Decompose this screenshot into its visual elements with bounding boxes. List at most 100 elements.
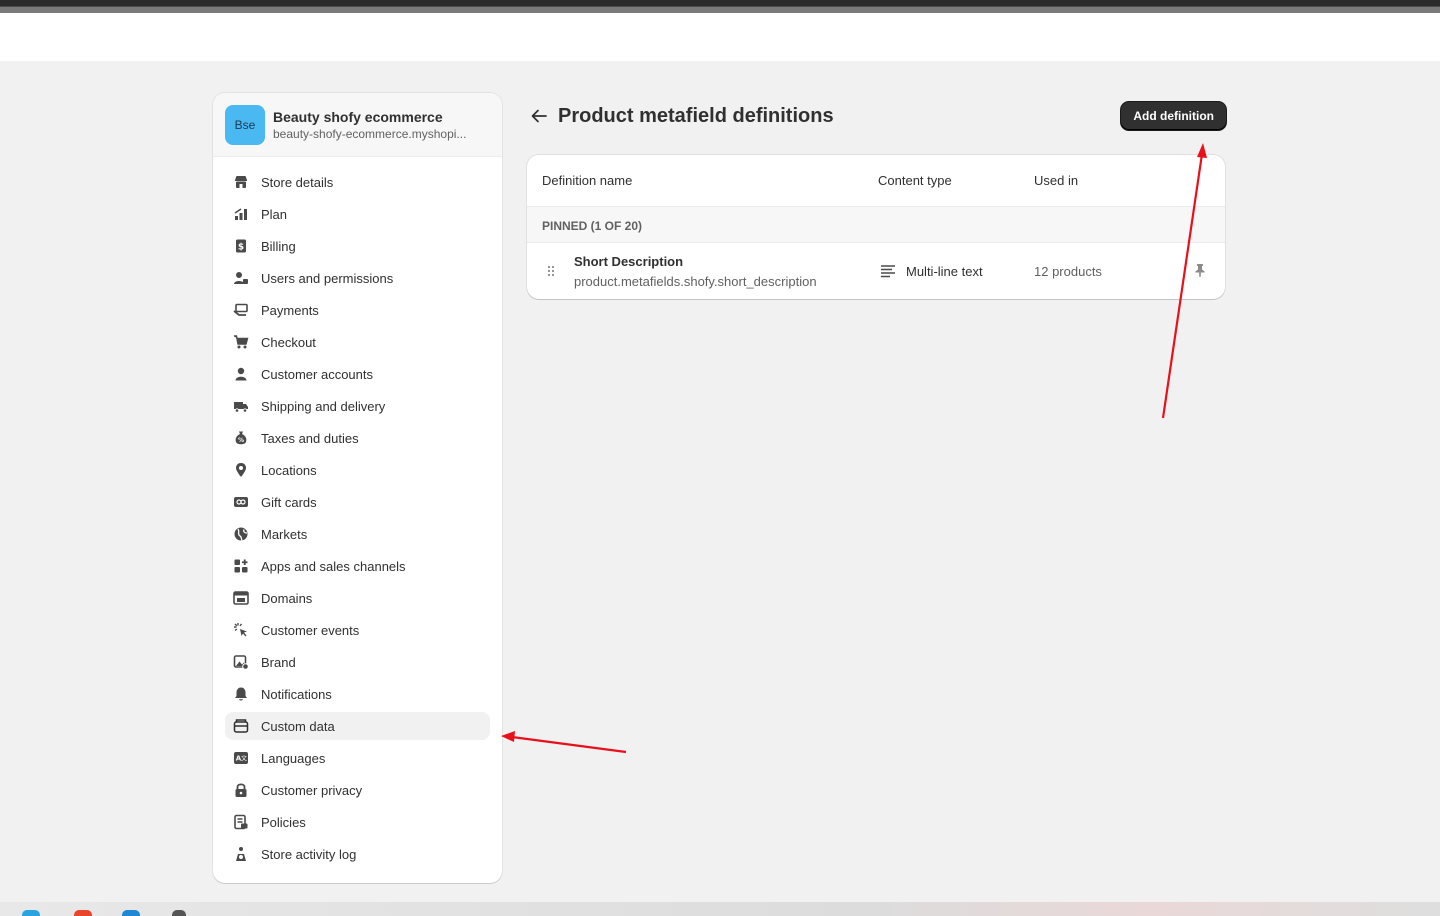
store-avatar: Bse: [225, 104, 265, 145]
users-icon: [233, 270, 249, 286]
pin-icon[interactable]: [1194, 263, 1206, 280]
taskbar-app-icon[interactable]: [74, 910, 92, 916]
sidebar-item-label: Brand: [261, 654, 296, 670]
cart-icon: [233, 334, 249, 350]
sidebar-item-label: Users and permissions: [261, 270, 394, 286]
table-header: Definition name Content type Used in: [527, 155, 1225, 207]
store-meta: Beauty shofy ecommerce beauty-shofy-ecom…: [273, 108, 466, 142]
svg-text:$: $: [238, 243, 244, 253]
page-title: Product metafield definitions: [558, 105, 834, 127]
taskbar-app-icon[interactable]: [172, 910, 186, 916]
used-in-count[interactable]: 12 products: [1034, 264, 1102, 279]
back-button[interactable]: [527, 106, 551, 126]
sidebar-item-plan[interactable]: Plan: [225, 200, 490, 228]
sidebar-item-users[interactable]: Users and permissions: [225, 264, 490, 292]
sidebar-item-label: Apps and sales channels: [261, 558, 406, 574]
truck-icon: [233, 398, 249, 414]
sidebar-item-taxes[interactable]: % Taxes and duties: [225, 424, 490, 452]
person-icon: [233, 366, 249, 382]
sidebar-item-label: Billing: [261, 238, 296, 254]
plan-icon: [233, 206, 249, 222]
browser-top-strip: [0, 0, 1440, 13]
sidebar-item-label: Custom data: [261, 718, 335, 734]
custom-data-icon: [233, 718, 249, 734]
sidebar-item-locations[interactable]: Locations: [225, 456, 490, 484]
svg-text:%: %: [238, 437, 244, 444]
content-type-label: Multi-line text: [906, 264, 983, 279]
pinned-section-header: PINNED (1 OF 20): [527, 207, 1225, 243]
sidebar-item-label: Gift cards: [261, 494, 317, 510]
taskbar-app-icon[interactable]: [122, 910, 140, 916]
bell-icon: [233, 686, 249, 702]
sidebar-item-customer-privacy[interactable]: Customer privacy: [225, 776, 490, 804]
sidebar-item-payments[interactable]: Payments: [225, 296, 490, 324]
column-header-used-in[interactable]: Used in: [1034, 173, 1078, 188]
sidebar-item-apps[interactable]: Apps and sales channels: [225, 552, 490, 580]
add-definition-button[interactable]: Add definition: [1121, 102, 1226, 130]
location-icon: [233, 462, 249, 478]
sidebar-item-label: Customer accounts: [261, 366, 373, 382]
sidebar-item-label: Locations: [261, 462, 317, 478]
lock-icon: [233, 782, 249, 798]
taskbar-app-icon[interactable]: [22, 910, 40, 916]
sidebar-item-store-details[interactable]: Store details: [225, 168, 490, 196]
sidebar-item-notifications[interactable]: Notifications: [225, 680, 490, 708]
drag-handle-icon[interactable]: [547, 265, 555, 280]
gift-card-icon: [233, 494, 249, 510]
sidebar-item-markets[interactable]: Markets: [225, 520, 490, 548]
sidebar-item-activity-log[interactable]: Store activity log: [225, 840, 490, 868]
sidebar-item-label: Store activity log: [261, 846, 357, 862]
multiline-text-icon: [880, 264, 896, 281]
sidebar-item-policies[interactable]: Policies: [225, 808, 490, 836]
domains-icon: [233, 590, 249, 606]
table-row[interactable]: Short Description product.metafields.sho…: [527, 243, 1225, 298]
admin-top-bar: [0, 13, 1440, 61]
language-icon: A文: [233, 750, 249, 766]
store-icon: [233, 174, 249, 190]
sidebar-item-label: Customer events: [261, 622, 360, 638]
sidebar-item-custom-data[interactable]: Custom data: [225, 712, 490, 740]
cursor-click-icon: [233, 622, 249, 638]
billing-icon: $: [233, 238, 249, 254]
definition-key: product.metafields.shofy.short_descripti…: [574, 274, 817, 289]
sidebar-item-label: Store details: [261, 174, 334, 190]
sidebar-item-gift-cards[interactable]: Gift cards: [225, 488, 490, 516]
sidebar-item-label: Taxes and duties: [261, 430, 359, 446]
sidebar-item-brand[interactable]: Brand: [225, 648, 490, 676]
sidebar-item-label: Markets: [261, 526, 308, 542]
sidebar-item-checkout[interactable]: Checkout: [225, 328, 490, 356]
definition-name: Short Description: [574, 254, 684, 269]
sidebar-item-label: Checkout: [261, 334, 316, 350]
sidebar-item-domains[interactable]: Domains: [225, 584, 490, 612]
svg-text:文: 文: [241, 755, 247, 763]
brand-icon: [233, 654, 249, 670]
store-switcher[interactable]: Bse Beauty shofy ecommerce beauty-shofy-…: [213, 93, 502, 157]
sidebar-item-label: Shipping and delivery: [261, 398, 386, 414]
column-header-content-type[interactable]: Content type: [878, 173, 952, 188]
store-domain: beauty-shofy-ecommerce.myshopi...: [273, 126, 467, 141]
sidebar-item-billing[interactable]: $ Billing: [225, 232, 490, 260]
sidebar-item-label: Plan: [261, 206, 288, 222]
sidebar-item-label: Payments: [261, 302, 319, 318]
sidebar-item-label: Policies: [261, 814, 306, 830]
arrow-left-icon: [531, 109, 547, 123]
definitions-table: Definition name Content type Used in PIN…: [527, 155, 1225, 299]
pinned-label: PINNED (1 OF 20): [542, 219, 643, 233]
arrow-to-custom-data: [501, 731, 627, 754]
sidebar-item-label: Domains: [261, 590, 313, 606]
tax-icon: %: [233, 430, 249, 446]
sidebar-item-label: Customer privacy: [261, 782, 363, 798]
column-header-name[interactable]: Definition name: [542, 173, 632, 188]
activity-log-icon: [233, 846, 249, 862]
sidebar-item-customer-events[interactable]: Customer events: [225, 616, 490, 644]
page-header: Product metafield definitions Add defini…: [527, 100, 1227, 132]
sidebar-item-shipping[interactable]: Shipping and delivery: [225, 392, 490, 420]
settings-sidebar: Bse Beauty shofy ecommerce beauty-shofy-…: [213, 93, 502, 883]
apps-icon: [233, 558, 249, 574]
policies-icon: [233, 814, 249, 830]
sidebar-item-customer-accounts[interactable]: Customer accounts: [225, 360, 490, 388]
sidebar-item-label: Languages: [261, 750, 326, 766]
os-taskbar: [0, 902, 1440, 916]
globe-icon: [233, 526, 249, 542]
sidebar-item-languages[interactable]: A文 Languages: [225, 744, 490, 772]
